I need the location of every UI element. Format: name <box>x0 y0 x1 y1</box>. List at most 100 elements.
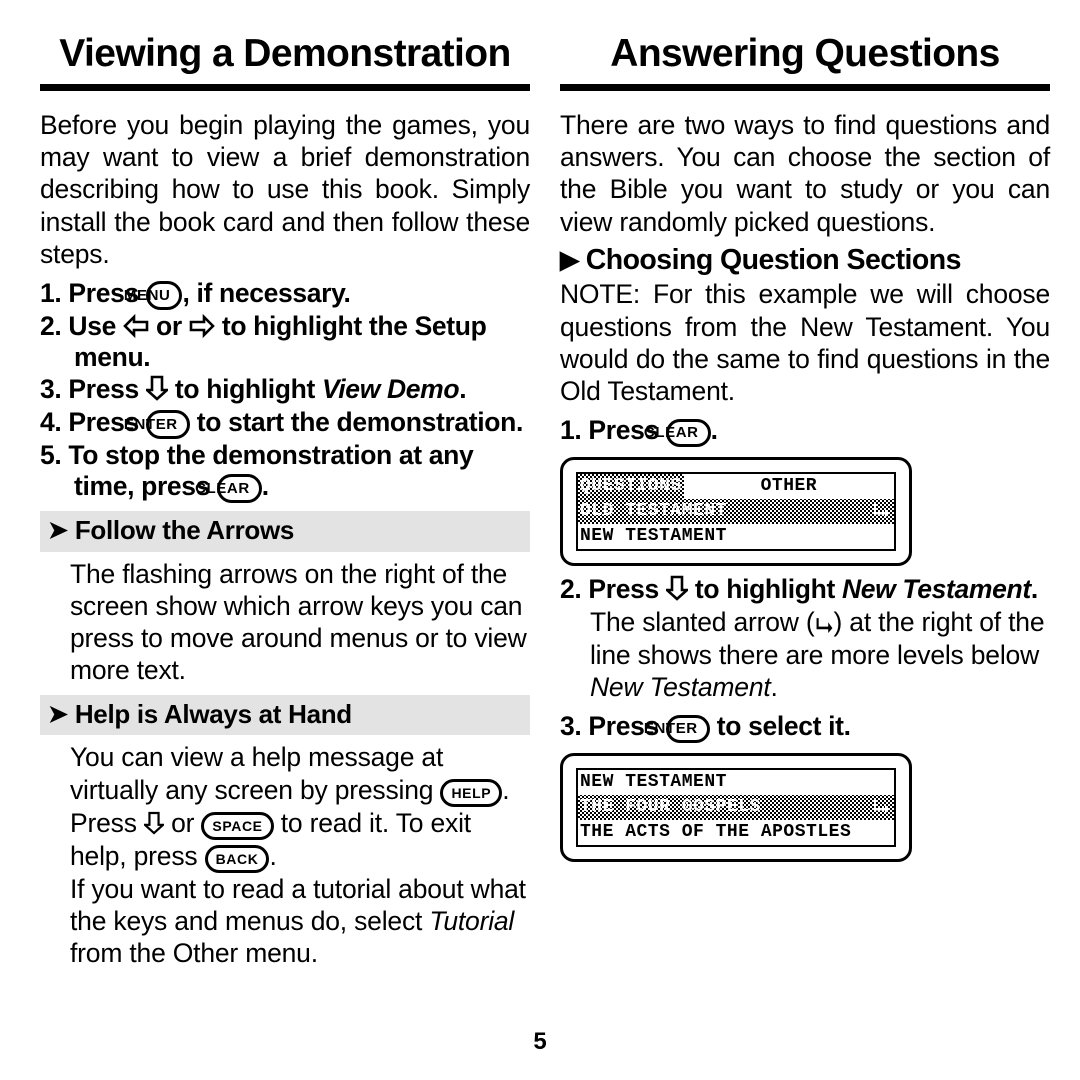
lcd-1-row-1[interactable]: QUESTIONS OTHER <box>578 474 894 500</box>
left-step-2-number: 2. <box>40 310 62 341</box>
questions-menu-screen: QUESTIONS OTHER OLD TESTAMENT NEW TESTAM… <box>560 457 912 567</box>
solid-triangle-icon: ▶ <box>560 245 579 274</box>
left-step-5-text-after: . <box>261 470 269 501</box>
left-step-1-number: 1. <box>40 277 62 308</box>
lcd-1-row-2-label: OLD TESTAMENT <box>580 501 727 522</box>
section-header-choosing-question-sections: ▶ Choosing Question Sections <box>560 244 1050 277</box>
down-arrow-icon <box>145 375 168 402</box>
right-step-3: 3. Press ENTER to select it. <box>560 711 1050 744</box>
enter-key-icon-2[interactable]: ENTER <box>644 714 710 744</box>
right-arrow-icon <box>189 313 215 338</box>
lcd-1-row-3[interactable]: NEW TESTAMENT <box>578 524 894 550</box>
left-steps-list: 1. Press MENU, if necessary. 2. Use or t… <box>40 278 530 503</box>
choosing-question-sections-note: NOTE: For this example we will choose qu… <box>560 279 1050 407</box>
section-header-follow-the-arrows: ➤ Follow the Arrows <box>40 510 530 552</box>
section-header-help-is-always-at-hand: ➤ Help is Always at Hand <box>40 694 530 736</box>
left-step-3-tail: . <box>459 374 467 405</box>
left-step-4: 4. Press ENTER to start the demonstratio… <box>40 407 530 439</box>
right-step-3-number: 3. <box>560 711 582 742</box>
left-chapter-title: Viewing a Demonstration <box>59 32 511 75</box>
left-step-2-text-before: Use <box>68 310 123 341</box>
right-step-1: 1. Press CLEAR. <box>560 415 1050 448</box>
lcd-2-row-3-label: THE ACTS OF THE APOSTLES <box>578 820 894 846</box>
left-step-5: 5. To stop the demonstration at any time… <box>40 440 530 503</box>
lcd-2-row-1-label: NEW TESTAMENT <box>578 770 894 796</box>
slanted-arrow-icon-2 <box>873 798 890 815</box>
slanted-arrow-paragraph: The slanted arrow () at the right of the… <box>560 606 1050 703</box>
right-column: Answering Questions There are two ways t… <box>560 30 1050 969</box>
slanted-arrow-paragraph-a: The slanted arrow ( <box>590 607 815 638</box>
help-paragraph-2: If you want to read a tutorial about wha… <box>40 873 530 970</box>
lcd-display-2: NEW TESTAMENT THE FOUR GOSPELS THE ACTS … <box>576 768 896 848</box>
right-step-2-number: 2. <box>560 574 582 605</box>
two-column-layout: Viewing a Demonstration Before you begin… <box>0 0 1080 969</box>
manual-page: Viewing a Demonstration Before you begin… <box>0 0 1080 1080</box>
right-steps-list-part3: 3. Press ENTER to select it. <box>560 711 1050 744</box>
left-step-3: 3. Press to highlight View Demo. <box>40 374 530 405</box>
follow-the-arrows-body: The flashing arrows on the right of the … <box>70 558 527 686</box>
lcd-2-row-3[interactable]: THE ACTS OF THE APOSTLES <box>578 820 894 846</box>
slanted-arrow-paragraph-c: . <box>770 671 778 702</box>
help-key-icon[interactable]: HELP <box>440 779 503 807</box>
left-step-1: 1. Press MENU, if necessary. <box>40 278 530 310</box>
right-steps-list-part1: 1. Press CLEAR. <box>560 415 1050 448</box>
help-paragraph-1-lead: You can view a help message at virtually… <box>70 742 444 805</box>
down-arrow-icon-3 <box>665 575 688 601</box>
right-step-2-text-before: Press <box>588 574 666 605</box>
down-arrow-icon-2 <box>143 811 164 835</box>
arrow-bullet-icon: ➤ <box>48 516 68 544</box>
slanted-arrow-paragraph-italic: New Testament <box>590 671 771 702</box>
help-paragraph-1-d: . <box>269 840 277 871</box>
help-paragraph-2-b: from the Other menu. <box>70 938 318 969</box>
left-step-4-number: 4. <box>40 406 62 437</box>
section-header-follow-the-arrows-label: Follow the Arrows <box>74 514 295 545</box>
right-step-2-text-mid: to highlight <box>687 574 842 605</box>
left-step-3-text-mid: to highlight <box>167 374 322 405</box>
help-paragraph-1: You can view a help message at virtually… <box>40 741 530 873</box>
right-title-rule <box>560 83 1050 91</box>
lcd-2-row-2-label: THE FOUR GOSPELS <box>580 797 761 818</box>
back-key-icon[interactable]: BACK <box>204 845 270 873</box>
right-step-2-italic-target: New Testament <box>841 574 1031 605</box>
menu-key-icon[interactable]: MENU <box>124 281 183 310</box>
left-intro-paragraph: Before you begin playing the games, you … <box>40 109 530 269</box>
page-number: 5 <box>533 1028 547 1055</box>
right-intro-paragraph: There are two ways to find questions and… <box>560 109 1050 237</box>
left-step-5-number: 5. <box>40 439 62 470</box>
section-header-help-is-always-at-hand-label: Help is Always at Hand <box>74 698 352 729</box>
right-step-1-number: 1. <box>560 415 582 446</box>
left-column: Viewing a Demonstration Before you begin… <box>40 30 530 969</box>
space-key-icon[interactable]: SPACE <box>201 812 274 840</box>
arrow-bullet-icon-2: ➤ <box>48 700 68 728</box>
slanted-arrow-icon-inline <box>815 616 834 634</box>
left-arrow-icon <box>123 313 149 338</box>
lcd-1-row-2[interactable]: OLD TESTAMENT <box>578 499 894 524</box>
lcd-1-row-1-questions-label: QUESTIONS <box>580 476 682 497</box>
new-testament-menu-screen: NEW TESTAMENT THE FOUR GOSPELS THE ACTS … <box>560 753 912 863</box>
right-step-1-text-after: . <box>710 415 718 446</box>
lcd-1-row-1-other-label: OTHER <box>760 476 818 497</box>
tutorial-italic: Tutorial <box>429 905 515 936</box>
right-step-2: 2. Press to highlight New Testament. <box>560 574 1050 605</box>
lcd-1-row-3-label: NEW TESTAMENT <box>578 524 894 550</box>
lcd-2-row-2[interactable]: THE FOUR GOSPELS <box>578 795 894 820</box>
left-title-rule <box>40 83 530 91</box>
lcd-1-row-1-other-cell[interactable]: OTHER <box>683 474 894 500</box>
left-step-3-number: 3. <box>40 374 62 405</box>
right-step-3-text-after: to select it. <box>709 711 851 742</box>
left-step-3-text-before: Press <box>68 374 146 405</box>
enter-key-icon[interactable]: ENTER <box>124 410 190 439</box>
left-step-2: 2. Use or to highlight the Setup menu. <box>40 311 530 374</box>
clear-key-icon[interactable]: CLEAR <box>195 474 262 503</box>
right-step-2-tail: . <box>1030 574 1038 605</box>
left-step-1-text-after: , if necessary. <box>182 277 351 308</box>
help-paragraph-1-b: or <box>163 807 202 838</box>
right-chapter-title: Answering Questions <box>610 32 1000 75</box>
clear-key-icon-2[interactable]: CLEAR <box>644 418 711 448</box>
left-step-2-or: or <box>149 310 189 341</box>
lcd-2-row-1[interactable]: NEW TESTAMENT <box>578 770 894 796</box>
left-step-4-text-after: to start the demonstration. <box>189 406 524 437</box>
slanted-arrow-icon <box>873 502 890 519</box>
lcd-display-1: QUESTIONS OTHER OLD TESTAMENT NEW TESTAM… <box>576 472 896 552</box>
section-header-choosing-question-sections-label: Choosing Question Sections <box>585 243 962 276</box>
